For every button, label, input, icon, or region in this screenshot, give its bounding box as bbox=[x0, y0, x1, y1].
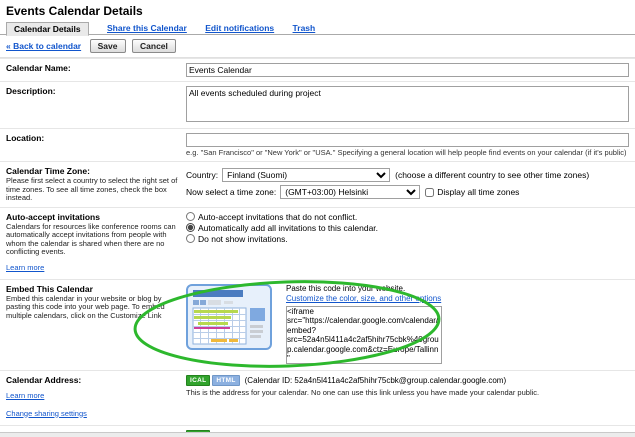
embed-code-textarea[interactable]: <iframe src="https://calendar.google.com… bbox=[286, 306, 442, 364]
calendar-name-input[interactable] bbox=[186, 63, 629, 77]
calendar-preview-thumbnail bbox=[186, 284, 272, 350]
time-zone-row: Calendar Time Zone: Please first select … bbox=[0, 161, 635, 207]
auto-accept-option-label: Auto-accept invitations that do not conf… bbox=[198, 212, 357, 223]
display-all-time-zones-checkbox[interactable] bbox=[425, 188, 434, 197]
time-zone-select-label: Now select a time zone: bbox=[186, 187, 276, 197]
page-title: Events Calendar Details bbox=[0, 0, 635, 21]
description-row: Description: All events scheduled during… bbox=[0, 81, 635, 128]
tab-trash[interactable]: Trash bbox=[293, 23, 316, 33]
auto-accept-label: Auto-accept invitations bbox=[6, 212, 178, 222]
customize-options-link[interactable]: Customize the color, size, and other opt… bbox=[286, 294, 441, 303]
embed-calendar-row: Embed This Calendar Embed this calendar … bbox=[0, 279, 635, 370]
calendar-details-page: Events Calendar Details Calendar Details… bbox=[0, 0, 635, 437]
location-label: Location: bbox=[6, 133, 178, 143]
location-hint: e.g. "San Francisco" or "New York" or "U… bbox=[186, 148, 629, 157]
ical-badge[interactable]: ICAL bbox=[186, 375, 210, 386]
tab-calendar-details[interactable]: Calendar Details bbox=[6, 22, 89, 36]
time-zone-label: Calendar Time Zone: bbox=[6, 166, 178, 176]
html-badge[interactable]: HTML bbox=[212, 375, 239, 386]
auto-accept-option-label: Do not show invitations. bbox=[198, 234, 288, 245]
tab-edit-notifications[interactable]: Edit notifications bbox=[205, 23, 274, 33]
tab-share-this-calendar[interactable]: Share this Calendar bbox=[107, 23, 187, 33]
change-sharing-settings-link[interactable]: Change sharing settings bbox=[6, 409, 87, 418]
auto-accept-option-label: Automatically add all invitations to thi… bbox=[198, 223, 378, 234]
embed-description: Embed this calendar in your website or b… bbox=[6, 295, 178, 321]
calendar-name-row: Calendar Name: bbox=[0, 58, 635, 81]
time-zone-select[interactable]: (GMT+03:00) Helsinki bbox=[280, 185, 420, 199]
location-input[interactable] bbox=[186, 133, 629, 147]
paste-code-text: Paste this code into your website. bbox=[286, 284, 442, 294]
calendar-id-text: (Calendar ID: 52a4n5l411a4c2af5hihr75cbk… bbox=[245, 376, 506, 385]
back-to-calendar-link[interactable]: « Back to calendar bbox=[6, 41, 81, 51]
country-hint: (choose a different country to see other… bbox=[395, 170, 589, 180]
save-button[interactable]: Save bbox=[90, 39, 126, 53]
calendar-address-learn-more-link[interactable]: Learn more bbox=[6, 391, 44, 400]
auto-accept-row: Auto-accept invitations Calendars for re… bbox=[0, 207, 635, 279]
footer-strip bbox=[0, 432, 635, 437]
auto-accept-description: Calendars for resources like conference … bbox=[6, 223, 178, 257]
cancel-button[interactable]: Cancel bbox=[132, 39, 176, 53]
time-zone-description: Please first select a country to select … bbox=[6, 177, 178, 203]
embed-label: Embed This Calendar bbox=[6, 284, 178, 294]
top-toolbar: « Back to calendar Save Cancel bbox=[0, 35, 635, 58]
calendar-address-label: Calendar Address: bbox=[6, 375, 178, 385]
location-row: Location: e.g. "San Francisco" or "New Y… bbox=[0, 128, 635, 161]
display-all-time-zones-label: Display all time zones bbox=[437, 187, 519, 197]
tab-bar: Calendar Details Share this Calendar Edi… bbox=[0, 21, 635, 35]
calendar-address-row: Calendar Address: Learn more Change shar… bbox=[0, 370, 635, 425]
country-select[interactable]: Finland (Suomi) bbox=[222, 168, 390, 182]
auto-accept-add-all-radio[interactable] bbox=[186, 223, 195, 232]
description-label: Description: bbox=[6, 86, 178, 96]
calendar-name-label: Calendar Name: bbox=[6, 63, 178, 73]
auto-accept-do-not-show-radio[interactable] bbox=[186, 234, 195, 243]
auto-accept-learn-more-link[interactable]: Learn more bbox=[6, 263, 44, 272]
auto-accept-no-conflict-radio[interactable] bbox=[186, 212, 195, 221]
country-label: Country: bbox=[186, 170, 218, 180]
calendar-address-note: This is the address for your calendar. N… bbox=[186, 388, 629, 397]
description-textarea[interactable]: All events scheduled during project bbox=[186, 86, 629, 122]
